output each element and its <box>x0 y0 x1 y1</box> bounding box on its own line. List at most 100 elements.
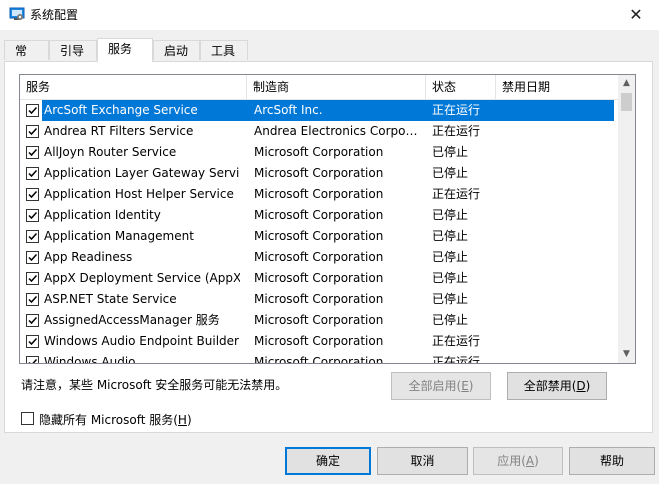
service-disabled-date <box>502 121 602 142</box>
scroll-thumb[interactable] <box>621 93 632 111</box>
checkmark-icon <box>28 148 38 157</box>
service-manufacturer: Microsoft Corporation <box>254 250 384 264</box>
service-status: 已停止 <box>432 313 469 327</box>
service-checkbox[interactable] <box>26 335 39 348</box>
service-checkbox[interactable] <box>26 293 39 306</box>
table-row[interactable]: ASP.NET State Service Microsoft Corporati… <box>20 289 620 310</box>
checkmark-icon <box>28 253 38 262</box>
service-disabled-date <box>502 268 602 289</box>
service-status: 正在运行 <box>432 355 481 364</box>
service-checkbox[interactable] <box>26 167 39 180</box>
service-name: Andrea RT Filters Service <box>44 124 194 138</box>
service-disabled-date <box>502 205 602 226</box>
service-status: 正在运行 <box>432 187 481 201</box>
column-header-service[interactable]: 服务 <box>20 75 247 99</box>
table-row[interactable]: AssignedAccessManager 服务 Microsoft Corpor… <box>20 310 620 331</box>
service-checkbox[interactable] <box>26 314 39 327</box>
tab-services[interactable]: 服务 <box>97 38 153 62</box>
table-row[interactable]: AppX Deployment Service (AppX... Microsof… <box>20 268 620 289</box>
checkmark-icon <box>28 232 38 241</box>
table-row[interactable]: App Readiness Microsoft Corporation 已停止 <box>20 247 620 268</box>
column-header-disabled-date[interactable]: 禁用日期 <box>496 75 620 99</box>
tab-boot[interactable]: 引导 <box>49 40 97 60</box>
service-name: ASP.NET State Service <box>44 292 177 306</box>
service-name: ArcSoft Exchange Service <box>44 103 198 117</box>
service-disabled-date <box>502 226 602 247</box>
service-name: AssignedAccessManager 服务 <box>44 313 220 327</box>
column-header-manufacturer[interactable]: 制造商 <box>247 75 426 99</box>
table-row[interactable]: Application Layer Gateway Service Microso… <box>20 163 620 184</box>
cancel-button[interactable]: 取消 <box>377 447 468 475</box>
service-manufacturer: Microsoft Corporation <box>254 292 384 306</box>
service-name: App Readiness <box>44 250 133 264</box>
service-manufacturer: Microsoft Corporation <box>254 229 384 243</box>
table-row[interactable]: ArcSoft Exchange Service ArcSoft Inc. 正在运行 <box>20 100 620 121</box>
service-manufacturer: Microsoft Corporation <box>254 145 384 159</box>
table-row[interactable]: Windows Audio Microsoft Corporation 正在运行 <box>20 352 620 364</box>
title-bar: 系统配置 ✕ <box>0 0 659 30</box>
service-status: 已停止 <box>432 292 469 306</box>
enable-all-button[interactable]: 全部启用(E) <box>391 372 491 400</box>
service-checkbox[interactable] <box>26 356 39 363</box>
service-name: Windows Audio <box>44 355 136 364</box>
service-checkbox[interactable] <box>26 125 39 138</box>
table-row[interactable]: Application Host Helper Service Microsoft… <box>20 184 620 205</box>
apply-button[interactable]: 应用(A) <box>473 447 563 475</box>
checkmark-icon <box>28 358 38 363</box>
service-manufacturer: Microsoft Corporation <box>254 313 384 327</box>
column-header-status[interactable]: 状态 <box>426 75 496 99</box>
table-row[interactable]: Windows Audio Endpoint Builder Microsoft … <box>20 331 620 352</box>
close-button[interactable]: ✕ <box>613 0 659 30</box>
service-checkbox[interactable] <box>26 209 39 222</box>
table-row[interactable]: Andrea RT Filters Service Andrea Electron… <box>20 121 620 142</box>
checkmark-icon <box>28 295 38 304</box>
service-name: Application Host Helper Service <box>44 187 234 201</box>
tab-tools[interactable]: 工具 <box>200 40 248 60</box>
hide-microsoft-label[interactable]: 隐藏所有 Microsoft 服务(H) <box>39 411 192 428</box>
services-panel: 服务 制造商 状态 禁用日期 ArcSoft Exchange Service A… <box>4 61 653 433</box>
service-manufacturer: Microsoft Corporation <box>254 271 384 285</box>
service-checkbox[interactable] <box>26 104 39 117</box>
service-checkbox[interactable] <box>26 188 39 201</box>
service-checkbox[interactable] <box>26 272 39 285</box>
service-disabled-date <box>502 331 602 352</box>
service-checkbox[interactable] <box>26 230 39 243</box>
service-status: 正在运行 <box>432 334 481 348</box>
checkmark-icon <box>28 190 38 199</box>
table-row[interactable]: Application Management Microsoft Corporat… <box>20 226 620 247</box>
disable-all-button[interactable]: 全部禁用(D) <box>507 372 607 400</box>
table-row[interactable]: AllJoyn Router Service Microsoft Corporat… <box>20 142 620 163</box>
service-disabled-date <box>502 184 602 205</box>
services-list[interactable]: 服务 制造商 状态 禁用日期 ArcSoft Exchange Service A… <box>19 74 636 364</box>
service-disabled-date <box>502 247 602 268</box>
help-button[interactable]: 帮助 <box>569 447 655 475</box>
tab-general[interactable]: 常规 <box>4 40 49 78</box>
tab-startup[interactable]: 启动 <box>153 40 200 60</box>
service-status: 已停止 <box>432 166 469 180</box>
service-manufacturer: Microsoft Corporation <box>254 187 384 201</box>
hide-microsoft-checkbox[interactable] <box>21 412 34 425</box>
service-manufacturer: Microsoft Corporation <box>254 208 384 222</box>
checkmark-icon <box>28 127 38 136</box>
scroll-down-icon[interactable]: ▼ <box>618 346 635 363</box>
checkmark-icon <box>28 337 38 346</box>
service-disabled-date <box>502 163 602 184</box>
service-status: 已停止 <box>432 229 469 243</box>
security-notice: 请注意，某些 Microsoft 安全服务可能无法禁用。 <box>21 378 288 392</box>
checkmark-icon <box>28 169 38 178</box>
service-manufacturer: Microsoft Corporation <box>254 334 384 348</box>
service-checkbox[interactable] <box>26 251 39 264</box>
service-status: 已停止 <box>432 208 469 222</box>
table-row[interactable]: Application Identity Microsoft Corporatio… <box>20 205 620 226</box>
service-disabled-date <box>502 310 602 331</box>
scroll-up-icon[interactable]: ▲ <box>618 75 635 92</box>
vertical-scrollbar[interactable]: ▲ ▼ <box>618 75 635 363</box>
service-name: Application Layer Gateway Service <box>44 166 240 180</box>
checkmark-icon <box>28 274 38 283</box>
ok-button[interactable]: 确定 <box>285 447 371 475</box>
service-manufacturer: Microsoft Corporation <box>254 355 384 364</box>
window-title: 系统配置 <box>30 8 79 22</box>
service-checkbox[interactable] <box>26 146 39 159</box>
service-disabled-date <box>502 142 602 163</box>
service-status: 正在运行 <box>432 124 481 138</box>
